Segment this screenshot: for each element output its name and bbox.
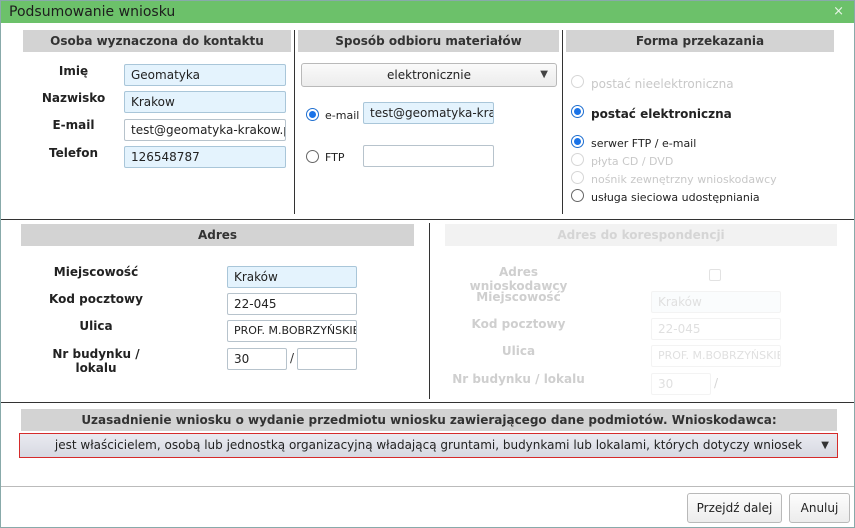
non-electronic-radio[interactable] [571, 75, 584, 88]
close-icon[interactable]: × [833, 4, 844, 19]
city-label: Miejscowość [53, 265, 139, 279]
summary-dialog: Podsumowanie wniosku × Osoba wyznaczona … [0, 0, 855, 528]
ftp-radio-label: FTP [325, 151, 345, 164]
address-header: Adres [21, 224, 414, 246]
building-number-label: Nr budynku / lokalu [52, 347, 140, 375]
cd-dvd-radio[interactable] [571, 153, 584, 166]
postal-code-label: Kod pocztowy [49, 292, 143, 306]
email-label: E-mail [52, 118, 95, 132]
column-divider [562, 30, 563, 214]
corr-street-field[interactable]: PROF. M.BOBRZYŃSKIEGO [651, 345, 781, 367]
electronic-label: postać elektroniczna [591, 107, 732, 121]
ftp-email-radio[interactable] [571, 135, 584, 148]
last-name-field[interactable]: Krakow [124, 91, 286, 113]
section-divider [1, 402, 854, 403]
column-divider [294, 30, 295, 214]
first-name-field[interactable]: Geomatyka [124, 64, 286, 86]
street-label: Ulica [79, 319, 113, 333]
phone-label: Telefon [49, 146, 98, 160]
corr-number-separator: / [714, 376, 719, 390]
street-field[interactable]: PROF. M.BOBRZYŃSKIEGO [227, 320, 357, 342]
postal-code-field[interactable]: 22-045 [227, 293, 357, 315]
transfer-header: Forma przekazania [566, 30, 834, 52]
email-radio[interactable] [306, 108, 319, 121]
corr-street-label: Ulica [501, 344, 536, 358]
building-number-field[interactable]: 30 [227, 348, 287, 370]
section-divider [1, 219, 854, 220]
non-electronic-label: postać nieelektroniczna [591, 77, 734, 91]
phone-field[interactable]: 126548787 [124, 146, 286, 168]
first-name-label: Imię [58, 64, 89, 78]
corr-city-label: Miejscowość [476, 290, 561, 304]
footer-divider [1, 486, 854, 487]
delivery-method-value: elektronicznie [387, 68, 471, 82]
last-name-label: Nazwisko [41, 91, 106, 105]
ftp-field[interactable] [363, 145, 494, 167]
ftp-email-label: serwer FTP / e-mail [591, 137, 697, 150]
corr-postal-code-label: Kod pocztowy [471, 317, 566, 331]
corr-city-field[interactable]: Kraków [651, 291, 781, 313]
chevron-down-icon: ▼ [540, 69, 548, 80]
ftp-radio[interactable] [306, 150, 319, 163]
dialog-title: Podsumowanie wniosku [9, 4, 176, 20]
justification-value: jest właścicielem, osobą lub jednostką o… [54, 438, 803, 452]
corr-building-number-field[interactable]: 30 [651, 373, 711, 395]
justification-header: Uzasadnienie wniosku o wydanie przedmiot… [21, 409, 837, 431]
applicant-address-checkbox[interactable] [709, 269, 721, 281]
contact-header: Osoba wyznaczona do kontaktu [23, 30, 291, 52]
delivery-header: Sposób odbioru materiałów [298, 30, 559, 52]
city-field[interactable]: Kraków [227, 266, 357, 288]
delivery-email-field[interactable]: test@geomatyka-krakow.pl [363, 102, 494, 124]
electronic-radio[interactable] [571, 105, 584, 118]
delivery-method-select[interactable]: elektronicznie ▼ [301, 63, 557, 87]
network-service-label: usługa sieciowa udostępniania [591, 191, 760, 204]
email-field[interactable]: test@geomatyka-krakow.pl [124, 119, 286, 141]
chevron-down-icon: ▼ [821, 440, 829, 451]
number-separator: / [290, 351, 295, 365]
justification-select[interactable]: jest właścicielem, osobą lub jednostką o… [19, 433, 838, 458]
unit-number-field[interactable] [297, 348, 357, 370]
column-divider [429, 223, 430, 399]
next-button[interactable]: Przejdź dalej [687, 493, 782, 523]
corr-postal-code-field[interactable]: 22-045 [651, 318, 781, 340]
applicant-address-label: Adres wnioskodawcy [469, 265, 568, 293]
network-service-radio[interactable] [571, 189, 584, 202]
email-radio-label: e-mail [325, 109, 360, 122]
correspondence-header: Adres do korespondencji [445, 224, 837, 246]
external-media-label: nośnik zewnętrzny wnioskodawcy [591, 173, 777, 186]
external-media-radio[interactable] [571, 171, 584, 184]
dialog-titlebar: Podsumowanie wniosku × [1, 1, 854, 23]
cd-dvd-label: płyta CD / DVD [591, 155, 674, 168]
cancel-button[interactable]: Anuluj [789, 493, 850, 523]
corr-building-number-label: Nr budynku / lokalu [452, 372, 585, 386]
